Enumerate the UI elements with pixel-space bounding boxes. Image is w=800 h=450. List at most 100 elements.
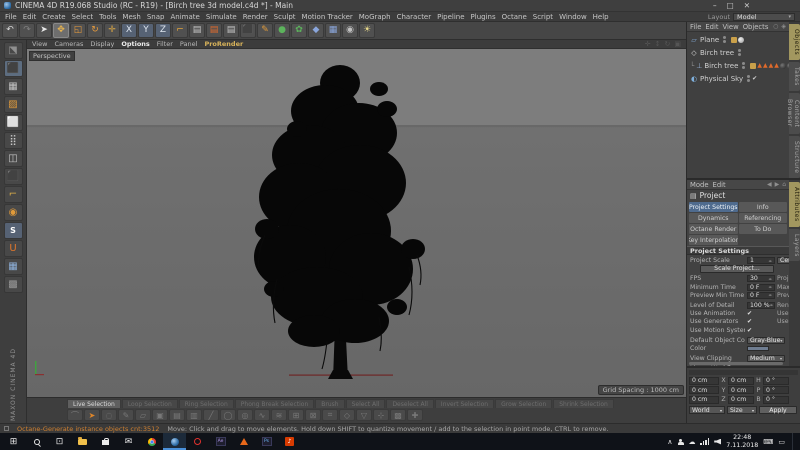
mail-icon[interactable]: ✉ <box>117 433 140 450</box>
points-mode-icon[interactable]: ⣿ <box>4 132 23 149</box>
workplane-grid-icon[interactable]: ▦ <box>4 258 23 275</box>
menu-item[interactable]: Script <box>530 13 556 21</box>
render-view-icon[interactable]: ▤ <box>189 23 205 38</box>
manager-side-tab[interactable]: Content Browser <box>789 93 800 133</box>
attribute-side-tab[interactable]: Layers <box>789 229 800 262</box>
bridge-tool-icon[interactable]: ◎ <box>237 409 253 421</box>
chrome-icon[interactable] <box>140 433 163 450</box>
viewport-menu-item[interactable]: Filter <box>157 40 173 48</box>
visibility-dots[interactable] <box>742 62 745 69</box>
snap-icon[interactable]: S <box>4 222 23 239</box>
menu-item[interactable]: Tools <box>96 13 119 21</box>
palette-tab[interactable]: Deselect All <box>386 399 433 408</box>
network-icon[interactable] <box>700 438 709 445</box>
attribute-tab[interactable]: Info <box>739 202 788 212</box>
magnet-icon[interactable]: U <box>4 240 23 257</box>
z-axis-lock-icon[interactable]: Z <box>155 23 171 38</box>
show-hidden-icons-chevron[interactable]: ∧ <box>667 438 672 446</box>
manager-side-tab[interactable]: Structure <box>789 136 800 178</box>
menu-item[interactable]: Pipeline <box>434 13 467 21</box>
palette-tab[interactable]: Select All <box>346 399 386 408</box>
view-clipping-dropdown[interactable]: Medium <box>747 355 785 362</box>
inner-extrude-tool-icon[interactable]: ▤ <box>169 409 185 421</box>
palette-tab[interactable]: Grow Selection <box>495 399 552 408</box>
visibility-dots[interactable] <box>738 49 741 56</box>
phong-tag-icon[interactable] <box>750 63 756 69</box>
music-app-icon[interactable]: ♪ <box>278 433 301 450</box>
menu-item[interactable]: MoGraph <box>356 13 394 21</box>
use-generators-checkbox[interactable]: ✔ <box>747 318 775 325</box>
array-tool-icon[interactable]: ▩ <box>390 409 406 421</box>
minimize-button[interactable]: – <box>713 1 717 10</box>
plane-cut-tool-icon[interactable]: ▱ <box>135 409 151 421</box>
viewport-canvas[interactable]: Perspective Grid Spacing : 1000 cm <box>27 49 686 397</box>
volume-icon[interactable] <box>714 439 721 445</box>
object-manager-menu-item[interactable]: Edit <box>705 23 718 31</box>
vlc-icon[interactable] <box>232 433 255 450</box>
size-x-input[interactable]: 0 cm <box>728 377 754 385</box>
normal-move-tool-icon[interactable]: ⊹ <box>373 409 389 421</box>
rotation-b-input[interactable]: 0 ° <box>763 396 789 404</box>
coordinate-space-dropdown[interactable]: World <box>689 406 725 414</box>
position-z-input[interactable]: 0 cm <box>689 396 719 404</box>
x-axis-lock-icon[interactable]: X <box>121 23 137 38</box>
object-row-birch-tree[interactable]: ◇ Birch tree <box>687 46 789 59</box>
viewport-menu-item[interactable]: View <box>32 40 47 48</box>
menu-item[interactable]: Mesh <box>119 13 143 21</box>
light-icon[interactable]: ☀ <box>359 23 375 38</box>
visibility-dots[interactable] <box>747 75 750 82</box>
rotate-tool-icon[interactable]: ↻ <box>87 23 103 38</box>
people-icon[interactable] <box>677 439 683 445</box>
attribute-tab[interactable]: Key Interpolation <box>689 235 738 245</box>
object-row-physical-sky[interactable]: ◐ Physical Sky ✔ <box>687 72 789 85</box>
visibility-dots[interactable] <box>723 36 726 43</box>
stitch-sew-tool-icon[interactable]: ⊞ <box>288 409 304 421</box>
live-selection-icon[interactable]: ➤ <box>36 23 52 38</box>
smooth-shift-tool-icon[interactable]: ▽ <box>356 409 372 421</box>
enabled-check-icon[interactable]: ✔ <box>752 75 757 82</box>
palette-tab[interactable]: Ring Selection <box>179 399 234 408</box>
size-z-input[interactable]: 0 cm <box>728 396 754 404</box>
color-swatch[interactable] <box>747 346 769 351</box>
menu-item[interactable]: Snap <box>144 13 168 21</box>
iron-tool-icon[interactable]: ◇ <box>339 409 355 421</box>
section-header[interactable]: Project Settings <box>687 246 789 255</box>
redo-icon[interactable]: ↷ <box>19 23 35 38</box>
viewport-menu-item[interactable]: Options <box>121 40 149 48</box>
horizontal-scrollbar[interactable] <box>689 362 783 365</box>
attribute-tab[interactable]: Referencing <box>739 213 788 223</box>
close-hole-tool-icon[interactable]: ◯ <box>220 409 236 421</box>
use-animation-checkbox[interactable]: ✔ <box>747 310 775 317</box>
palette-tab[interactable]: Brush <box>315 399 344 408</box>
attribute-menu-item[interactable]: Edit <box>713 181 726 189</box>
object-manager-menu-item[interactable]: View <box>723 23 739 31</box>
manager-side-tab[interactable]: Takes <box>789 62 800 91</box>
default-object-color-dropdown[interactable]: Gray-Blue <box>747 337 785 344</box>
undo-icon[interactable]: ↶ <box>2 23 18 38</box>
fps-input[interactable]: 30 <box>747 275 775 282</box>
menu-item[interactable]: Plugins <box>468 13 499 21</box>
live-selection-tool-icon[interactable]: ➤ <box>84 409 100 421</box>
lasso-selection-tool-icon[interactable]: ◌ <box>101 409 117 421</box>
rotate-view-icon[interactable]: ↻ <box>665 40 671 48</box>
scale-tool-icon[interactable]: ◱ <box>70 23 86 38</box>
polygons-mode-icon[interactable]: ⬛ <box>4 168 23 185</box>
mograph-icon[interactable]: ✿ <box>291 23 307 38</box>
manager-side-tab[interactable]: Objects <box>789 24 800 60</box>
palette-tab[interactable]: Phong Break Selection <box>235 399 314 408</box>
apply-button[interactable]: Apply <box>759 406 797 414</box>
object-manager-menu-item[interactable]: File <box>690 23 701 31</box>
cinema4d-icon[interactable] <box>163 433 186 450</box>
maximize-button[interactable]: □ <box>727 1 734 10</box>
matrix-extrude-tool-icon[interactable]: ▥ <box>186 409 202 421</box>
layout-dropdown[interactable]: Model <box>733 13 795 21</box>
attribute-tab[interactable]: Octane Render <box>689 224 738 234</box>
object-manager-menu-item[interactable]: Objects <box>743 23 769 31</box>
attribute-side-tab[interactable]: Attributes <box>789 182 800 227</box>
size-y-input[interactable]: 0 cm <box>728 386 754 394</box>
viewport-menu-item[interactable]: Panel <box>180 40 198 48</box>
workplane-mode-icon[interactable]: ⬜ <box>4 114 23 131</box>
spline-arc-tool-icon[interactable]: ⌒ <box>67 409 83 421</box>
material-tag-icon[interactable] <box>738 37 744 43</box>
scale-project-button[interactable]: Scale Project... <box>700 265 774 273</box>
